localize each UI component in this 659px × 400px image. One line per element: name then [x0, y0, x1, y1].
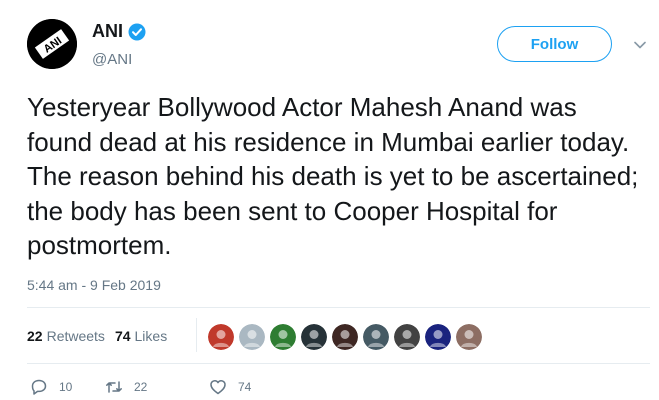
author-handle[interactable]: @ANI	[92, 51, 132, 68]
tweet-text: Yesteryear Bollywood Actor Mahesh Anand …	[27, 92, 639, 260]
divider	[27, 363, 650, 364]
liker-avatar[interactable]	[456, 324, 482, 350]
likes-label: Likes	[134, 328, 168, 344]
tweet-timestamp[interactable]: 5:44 am - 9 Feb 2019	[27, 277, 161, 293]
chevron-down-icon[interactable]	[632, 37, 648, 53]
liker-avatar[interactable]	[332, 324, 358, 350]
reply-button[interactable]: 10	[30, 378, 105, 396]
retweet-button[interactable]: 22	[105, 378, 209, 396]
retweets-count: 22	[27, 328, 43, 344]
liker-avatars	[208, 324, 487, 350]
like-button[interactable]: 74	[209, 378, 251, 396]
liker-avatar[interactable]	[363, 324, 389, 350]
retweet-count: 22	[134, 380, 148, 394]
liker-avatar[interactable]	[270, 324, 296, 350]
likes-stat[interactable]: 74 Likes	[115, 328, 167, 344]
like-count: 74	[238, 380, 252, 394]
reply-icon	[31, 379, 47, 395]
divider	[27, 307, 650, 308]
reply-count: 10	[59, 380, 73, 394]
retweet-icon	[106, 381, 122, 393]
stats-separator	[196, 318, 197, 352]
likes-count: 74	[114, 328, 131, 344]
profile-avatar[interactable]: ANI	[27, 19, 77, 69]
liker-avatar[interactable]	[425, 324, 451, 350]
author-name-label: ANI	[92, 21, 123, 41]
tweet-stats: 22 Retweets 74 Likes	[27, 328, 177, 344]
retweets-label: Retweets	[46, 328, 105, 344]
follow-button[interactable]: Follow	[497, 26, 612, 62]
tweet-actions: 10 22 74	[30, 378, 251, 396]
author-name[interactable]: ANI	[92, 21, 146, 42]
liker-avatar[interactable]	[239, 324, 265, 350]
verified-badge-icon	[128, 23, 146, 41]
liker-avatar[interactable]	[208, 324, 234, 350]
heart-icon	[210, 379, 226, 395]
liker-avatar[interactable]	[301, 324, 327, 350]
liker-avatar[interactable]	[394, 324, 420, 350]
retweets-stat[interactable]: 22 Retweets	[27, 328, 105, 344]
